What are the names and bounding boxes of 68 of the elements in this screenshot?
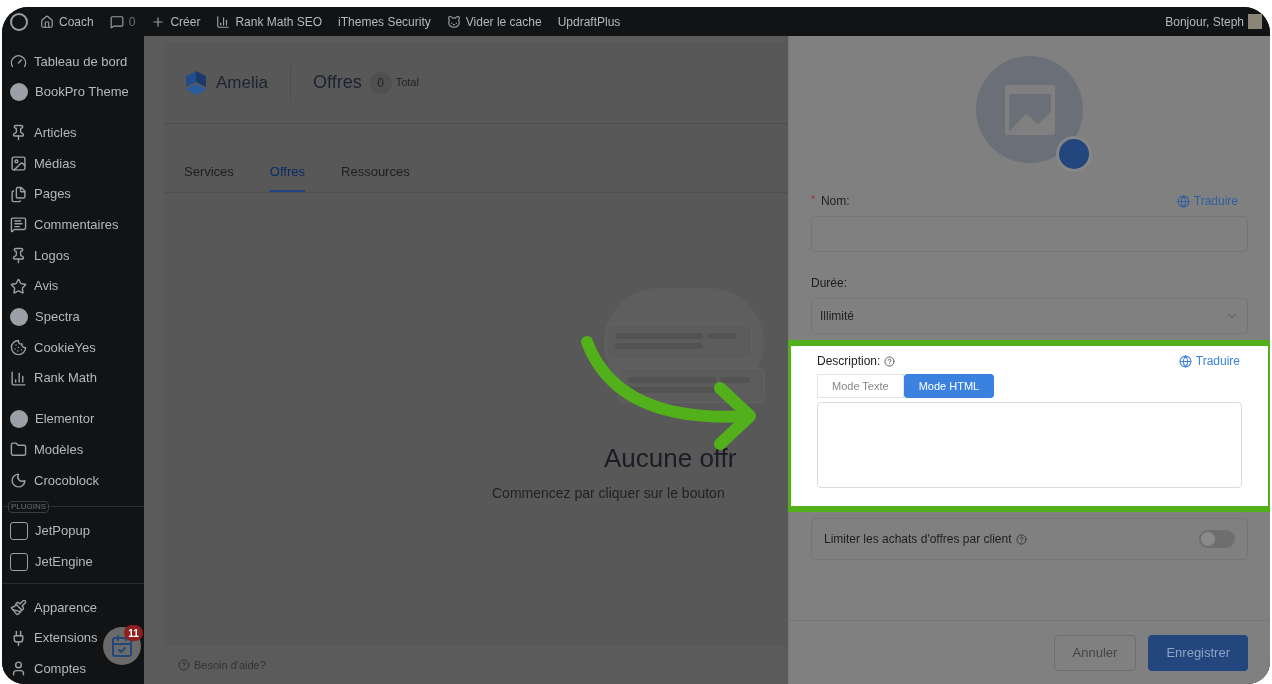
cookie-icon (10, 339, 27, 357)
chart-icon (10, 369, 27, 387)
sidebar-item[interactable]: Spectra (10, 301, 80, 333)
sidebar-item[interactable]: Pages (10, 178, 71, 210)
amelia-logo-icon (184, 69, 208, 96)
field-label: Description: (817, 353, 881, 370)
admin-bar-link[interactable]: iThemes Security (338, 12, 431, 31)
avatar-placeholder (1248, 14, 1262, 29)
globe-icon (1178, 354, 1192, 368)
greeting-text[interactable]: Bonjour, Steph (1165, 12, 1244, 31)
app-logo-text: Amelia (216, 71, 268, 94)
toggle-label: Limiter les achats d'offres par client (824, 531, 1012, 548)
sidebar-item[interactable]: Logos (10, 240, 70, 271)
toggle-switch[interactable] (1199, 530, 1235, 548)
admin-bar-link[interactable]: Créer (151, 12, 201, 31)
brush-icon (10, 598, 27, 616)
admin-bar-icon (40, 14, 54, 29)
field-label: Durée: (811, 275, 849, 292)
pages-icon (10, 185, 27, 203)
required-mark: * (811, 193, 815, 207)
sidebar-item[interactable]: Crocoblock (10, 464, 100, 496)
sidebar-item[interactable]: CookieYes (10, 332, 96, 363)
field-label: Nom: (820, 193, 850, 210)
admin-bar-icon (151, 14, 166, 29)
sidebar-item[interactable]: BookPro Theme (10, 76, 129, 108)
sidebar-item[interactable]: Modèles (10, 434, 84, 465)
crescent-icon (10, 471, 27, 489)
translate-link[interactable]: Traduire (1178, 352, 1240, 370)
globe-icon (1176, 194, 1190, 208)
sidebar-item[interactable]: Comptes (10, 653, 87, 684)
sidebar-item[interactable]: JetPopup (10, 515, 90, 547)
comment-icon (10, 216, 27, 234)
sidebar-item[interactable]: Tableau de bord (10, 46, 128, 77)
help-icon (178, 659, 190, 671)
admin-bar-icon (216, 14, 231, 29)
admin-bar-link[interactable]: 0 (109, 12, 136, 31)
pin-icon (10, 246, 27, 264)
gauge-icon (10, 52, 27, 70)
sidebar-item[interactable]: Avis (10, 270, 59, 302)
mode-tab[interactable]: Mode HTML (903, 374, 995, 398)
admin-bar-link[interactable]: Coach (40, 12, 94, 31)
section-tag: PLUGINS (8, 500, 50, 513)
pin-icon (10, 124, 27, 142)
empty-state-title: Aucune offr (604, 441, 737, 475)
help-icon (1015, 533, 1027, 545)
save-button[interactable]: Enregistrer (1148, 634, 1248, 671)
admin-bar-link[interactable]: Rank Math SEO (216, 12, 323, 31)
sidebar-item[interactable]: Rank Math (10, 362, 97, 394)
user-icon (10, 660, 27, 678)
sidebar-item[interactable]: Commentaires (10, 209, 119, 241)
media-icon (10, 154, 27, 172)
admin-bar-link[interactable]: UpdraftPlus (557, 12, 621, 31)
mode-tab[interactable]: Mode Texte (817, 374, 904, 398)
admin-bar-icon (109, 14, 124, 29)
duration-select[interactable]: Illimité (811, 298, 1248, 334)
description-textarea[interactable] (817, 402, 1242, 488)
sidebar-item[interactable]: JetEngine (10, 546, 93, 577)
sidebar-item[interactable]: Elementor (10, 403, 95, 435)
admin-bar-icon (446, 14, 461, 29)
help-icon (884, 355, 896, 367)
folder-icon (10, 441, 27, 459)
sidebar-item[interactable]: Médias (10, 148, 76, 179)
star-icon (10, 277, 27, 295)
sidebar-item[interactable]: Articles (10, 117, 77, 149)
page-title: Offres (312, 71, 362, 94)
admin-bar-link[interactable]: Vider le cache (446, 12, 542, 31)
sidebar-item[interactable]: Extensions (10, 622, 98, 654)
sidebar-item[interactable]: Apparence (10, 592, 97, 623)
